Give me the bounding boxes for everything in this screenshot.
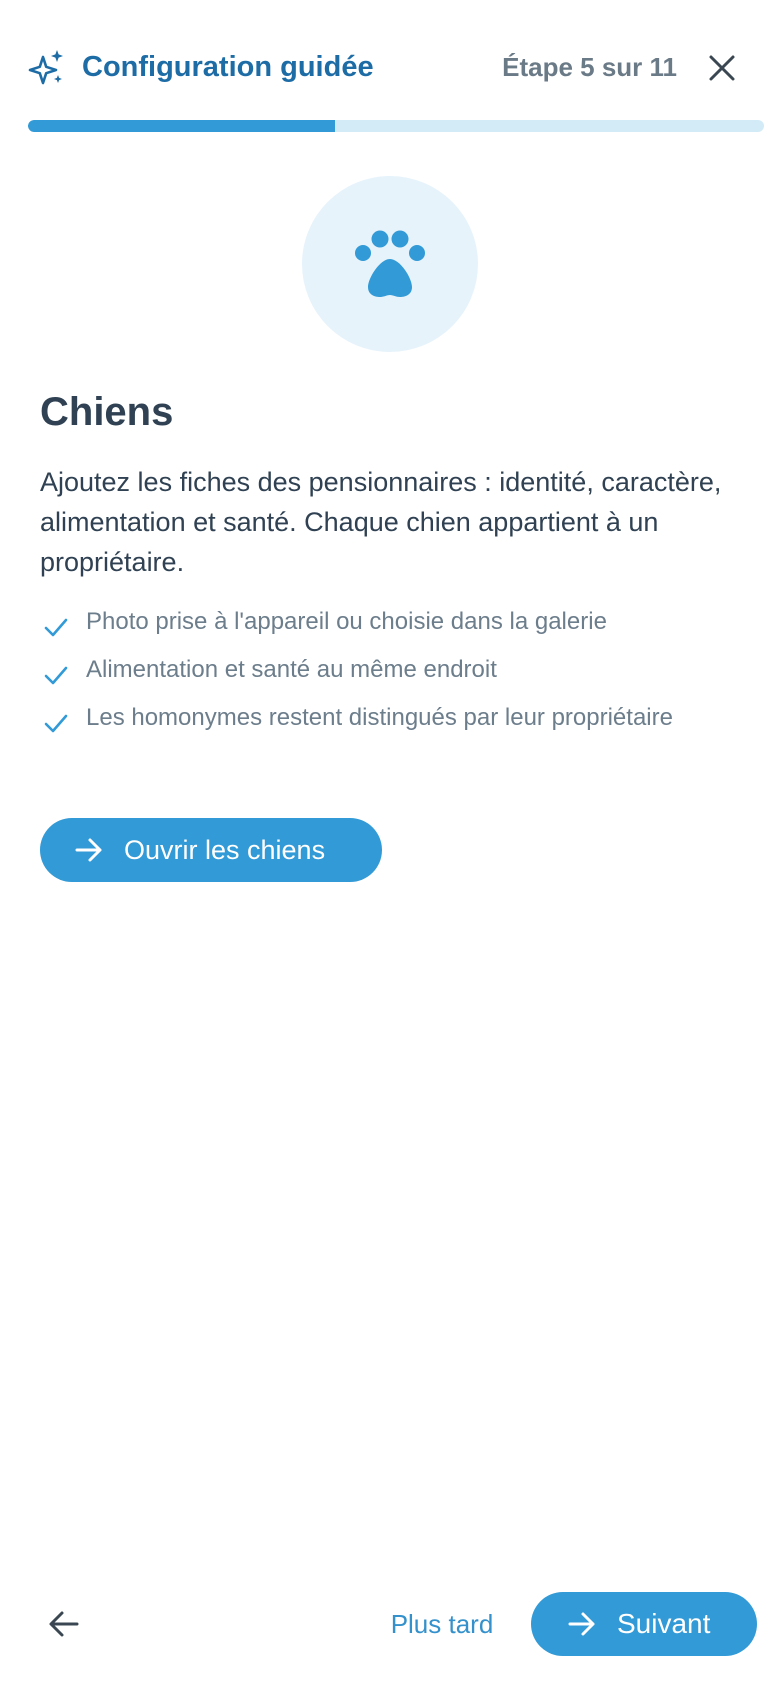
section-description: Ajoutez les fiches des pensionnaires : i…	[40, 467, 722, 577]
feature-item: Alimentation et santé au même endroit	[40, 652, 740, 688]
check-icon	[44, 714, 68, 733]
feature-text: Alimentation et santé au même endroit	[86, 656, 497, 683]
next-label: Suivant	[617, 1608, 711, 1639]
next-button[interactable]: Suivant	[531, 1592, 757, 1656]
close-icon	[709, 55, 735, 81]
sparkle-icon	[28, 50, 63, 85]
hero-circle	[302, 176, 478, 352]
feature-list: Photo prise à l'appareil ou choisie dans…	[40, 604, 740, 748]
arrow-right-icon	[75, 838, 102, 862]
check-icon	[44, 618, 68, 637]
later-button[interactable]: Plus tard	[370, 1604, 514, 1644]
close-button[interactable]	[700, 46, 744, 90]
feature-item: Les homonymes restent distingués par leu…	[40, 700, 740, 736]
check-icon	[44, 666, 68, 685]
wizard-header: Configuration guidée Étape 5 sur 11	[0, 0, 780, 130]
paw-icon	[355, 230, 425, 297]
page-title: Configuration guidée	[82, 51, 374, 83]
progress-bar	[28, 120, 764, 132]
progress-fill	[28, 120, 335, 132]
arrow-right-icon	[568, 1612, 595, 1636]
arrow-left-icon	[49, 1611, 79, 1637]
feature-text: Les homonymes restent distingués par leu…	[86, 704, 673, 731]
step-indicator: Étape 5 sur 11	[502, 52, 677, 82]
feature-item: Photo prise à l'appareil ou choisie dans…	[40, 604, 740, 640]
feature-text: Photo prise à l'appareil ou choisie dans…	[86, 608, 607, 635]
section-heading: Chiens	[40, 390, 174, 434]
open-dogs-button[interactable]: Ouvrir les chiens	[40, 818, 382, 882]
open-dogs-label: Ouvrir les chiens	[124, 834, 326, 865]
back-button[interactable]	[44, 1604, 84, 1644]
